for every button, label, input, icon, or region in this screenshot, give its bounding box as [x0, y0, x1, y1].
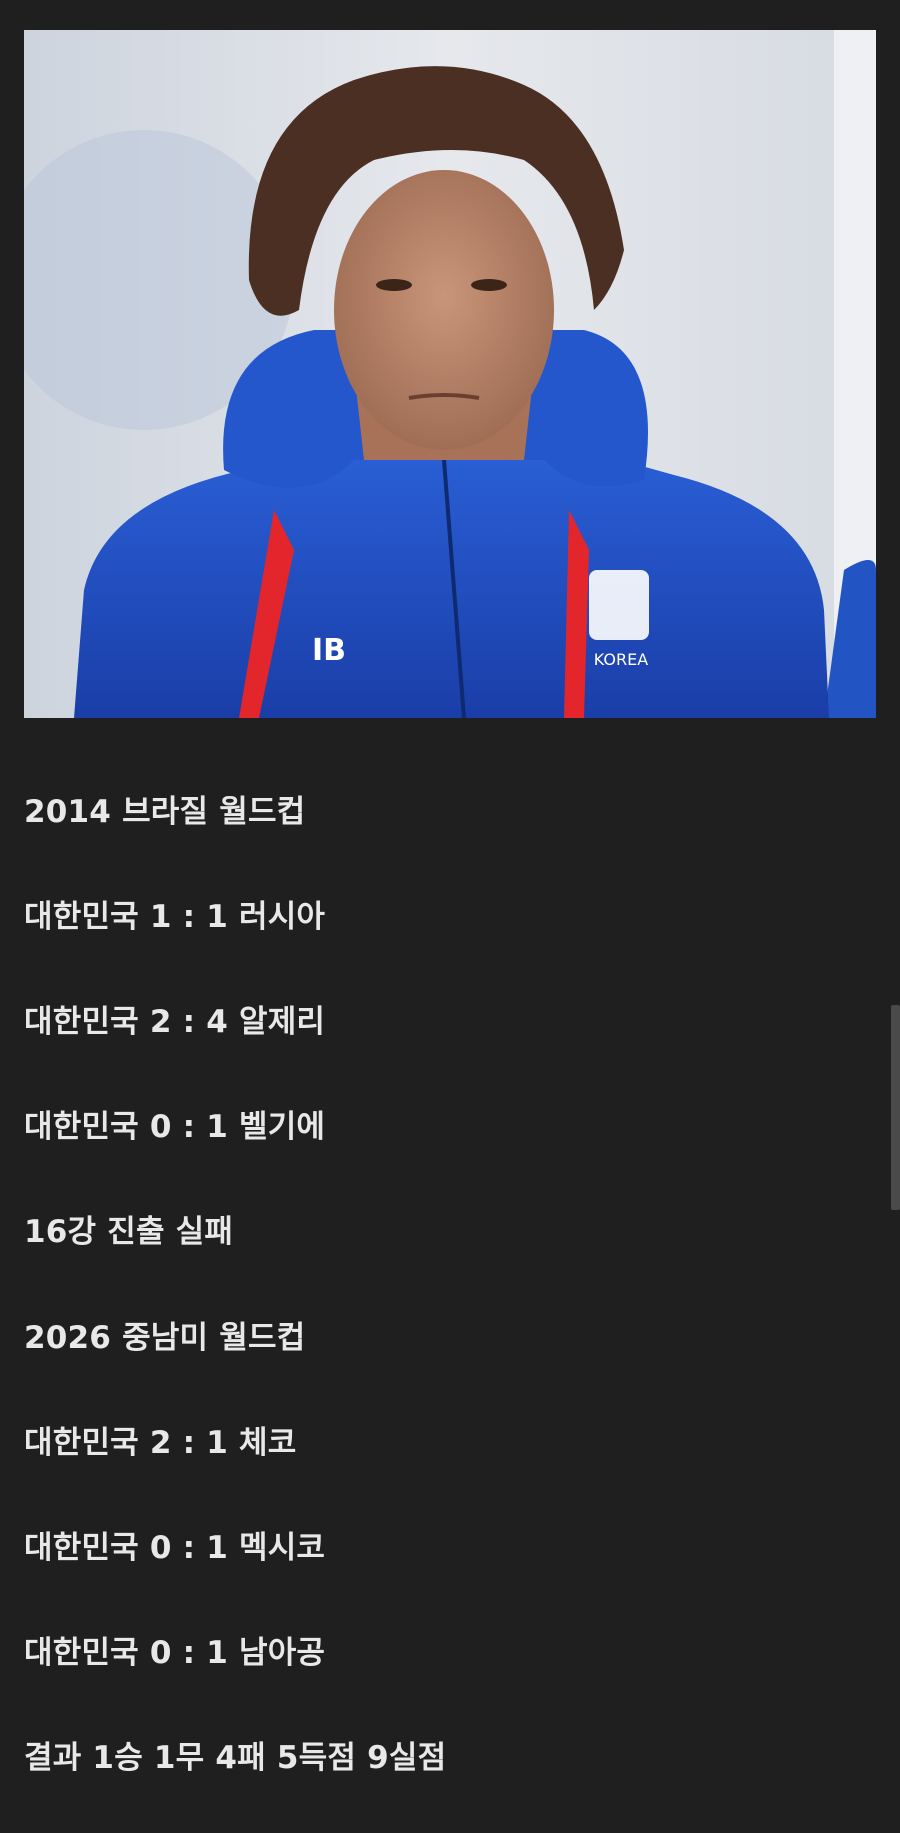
- coach-photo-illustration: KOREA IB: [24, 30, 876, 718]
- text-line: 대한민국 2 : 4 알제리: [24, 1004, 326, 1040]
- text-line: 16강 진출 실패: [24, 1214, 234, 1250]
- text-line: 대한민국 2 : 1 체코: [24, 1425, 297, 1461]
- text-line: 대한민국 0 : 1 멕시코: [24, 1530, 326, 1566]
- text-line: 대한민국 0 : 1 남아공: [24, 1635, 326, 1671]
- scrollbar[interactable]: [891, 1005, 900, 1210]
- jacket-letters: IB: [312, 633, 346, 668]
- badge-text: KOREA: [594, 650, 648, 669]
- text-line: 대한민국 1 : 1 러시아: [24, 899, 326, 935]
- text-line: 결과 1승 1무 4패 5득점 9실점: [24, 1740, 447, 1776]
- text-line: 2026 중남미 월드컵: [24, 1320, 306, 1356]
- text-line: 대한민국 0 : 1 벨기에: [24, 1109, 326, 1145]
- post-photo[interactable]: KOREA IB: [24, 30, 876, 718]
- text-line: 2014 브라질 월드컵: [24, 794, 306, 830]
